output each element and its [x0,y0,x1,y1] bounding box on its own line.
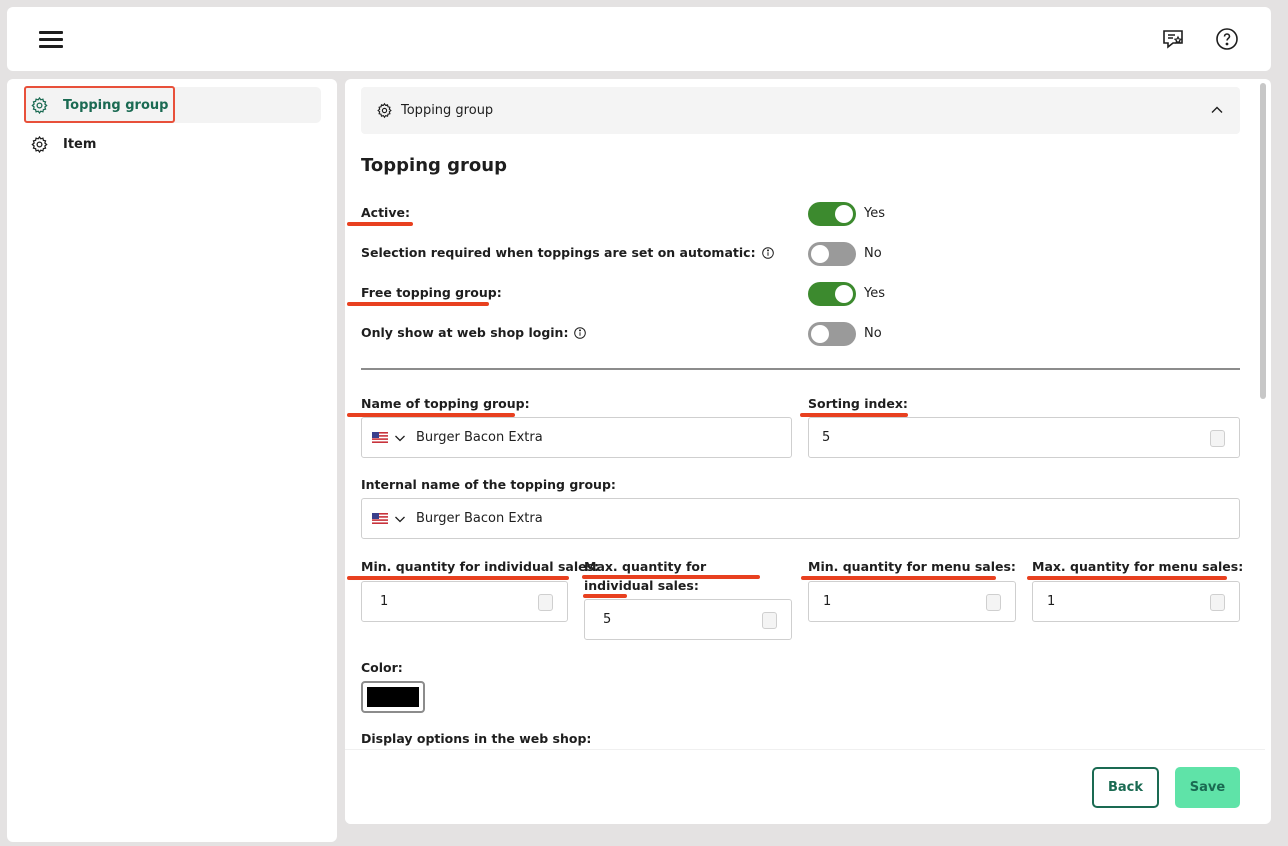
gear-icon [31,135,48,153]
color-swatch-fill [367,687,419,707]
display-options-label: Display options in the web shop: [361,731,592,746]
max-menu-input[interactable] [1033,594,1239,609]
annotation-underline [801,576,996,580]
selection-required-toggle[interactable] [808,242,856,266]
internal-name-input[interactable] [416,511,1239,526]
info-icon[interactable] [761,247,774,259]
annotation-underline [583,594,627,598]
free-topping-group-value: Yes [864,286,885,301]
back-button[interactable]: Back [1092,767,1159,808]
page-title: Topping group [361,155,507,176]
internal-name-field[interactable] [361,498,1240,539]
menu-icon[interactable] [39,29,63,49]
max-individual-input[interactable] [585,612,791,627]
save-button[interactable]: Save [1175,767,1240,808]
selection-required-label: Selection required when toppings are set… [361,245,774,260]
sidebar-item-item[interactable]: Item [25,126,321,162]
section-header[interactable]: Topping group [361,87,1240,134]
name-input[interactable] [416,430,791,445]
stepper-icon[interactable] [986,594,1001,611]
free-topping-group-toggle[interactable] [808,282,856,306]
sorting-input[interactable] [809,430,1239,445]
annotation-underline [347,222,413,226]
info-icon[interactable] [574,327,587,339]
annotation-underline [582,575,760,579]
color-label: Color: [361,660,403,675]
stepper-icon[interactable] [1210,594,1225,611]
chevron-down-icon[interactable] [394,432,406,444]
footer-bar: Back Save [345,749,1265,824]
annotation-underline [1027,576,1227,580]
sorting-field[interactable] [808,417,1240,458]
active-toggle[interactable] [808,202,856,226]
internal-name-label: Internal name of the topping group: [361,477,616,492]
stepper-icon[interactable] [762,612,777,629]
web-shop-login-label: Only show at web shop login: [361,325,587,340]
web-shop-login-toggle[interactable] [808,322,856,346]
top-bar [7,7,1271,71]
help-icon[interactable] [1215,27,1239,51]
sorting-label: Sorting index: [808,396,908,411]
gear-icon [31,96,48,114]
color-picker[interactable] [361,681,425,713]
stepper-icon[interactable] [1210,430,1225,447]
scrollbar[interactable] [1260,83,1266,399]
active-label: Active: [361,205,410,220]
sidebar-item-label: Topping group [63,97,169,113]
min-menu-field[interactable] [808,581,1016,622]
active-value: Yes [864,206,885,221]
section-header-label: Topping group [401,103,494,118]
gear-icon [377,102,392,119]
stepper-icon[interactable] [538,594,553,611]
selection-required-value: No [864,246,882,261]
min-menu-label: Min. quantity for menu sales: [808,559,1016,574]
max-menu-field[interactable] [1032,581,1240,622]
web-shop-login-value: No [864,326,882,341]
divider [361,368,1240,370]
us-flag-icon[interactable] [372,432,388,443]
min-individual-field[interactable] [361,581,568,622]
min-menu-input[interactable] [809,594,1015,609]
name-label: Name of topping group: [361,396,530,411]
name-field[interactable] [361,417,792,458]
max-individual-field[interactable] [584,599,792,640]
feedback-icon[interactable] [1161,27,1185,51]
main-panel: Topping group Topping group Active: Yes … [345,79,1271,824]
annotation-underline [347,576,569,580]
chevron-up-icon[interactable] [1210,103,1224,117]
sidebar-item-topping-group[interactable]: Topping group [24,86,321,123]
sidebar: Topping group Item [7,79,337,842]
sidebar-item-label: Item [63,136,97,152]
free-topping-group-label: Free topping group: [361,285,502,300]
max-menu-label: Max. quantity for menu sales: [1032,559,1244,574]
chevron-down-icon[interactable] [394,513,406,525]
annotation-underline [347,302,489,306]
us-flag-icon[interactable] [372,513,388,524]
min-individual-input[interactable] [362,594,567,609]
min-individual-label: Min. quantity for individual sales: [361,559,600,574]
